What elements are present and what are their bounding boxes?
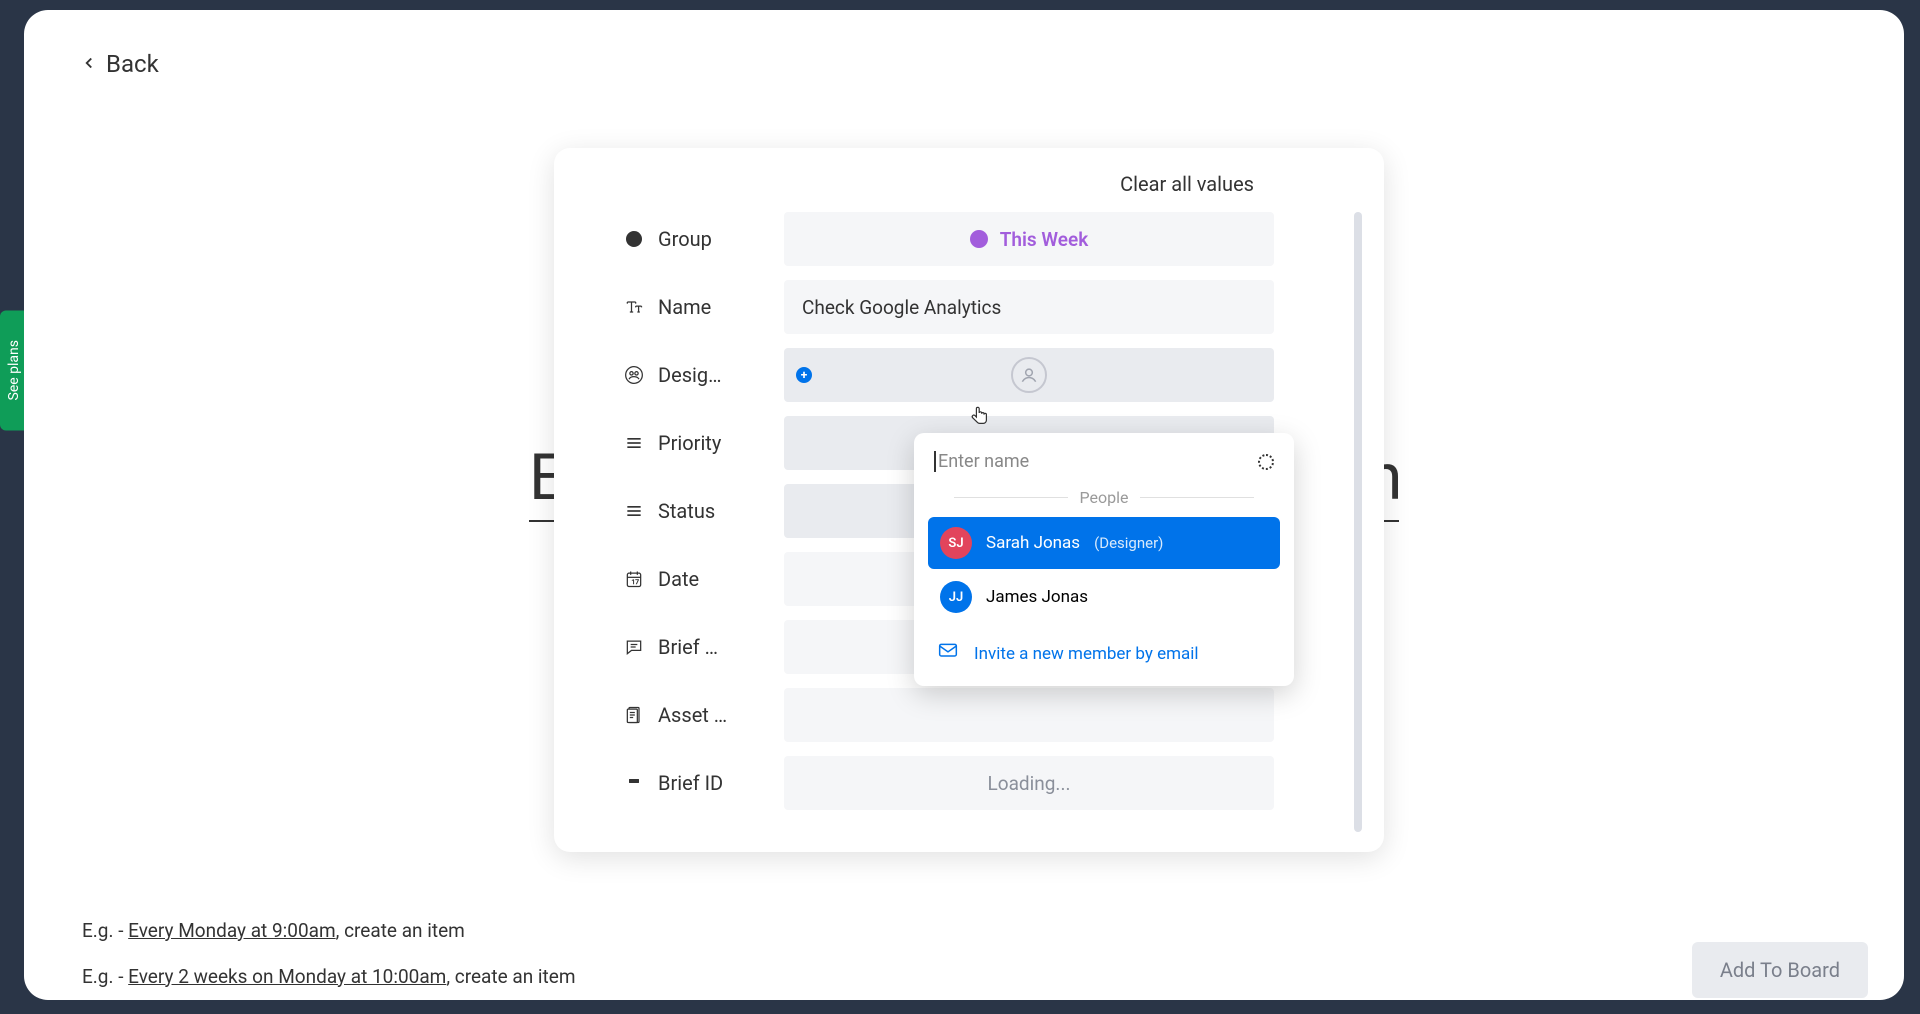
example-underlined[interactable]: Every Monday at 9:00am	[128, 919, 335, 942]
automation-modal: Back E n Clear all values Group This Wee…	[24, 10, 1904, 1000]
people-search-input[interactable]	[934, 451, 1258, 472]
add-person-icon[interactable]: +	[796, 367, 812, 383]
example-prefix: E.g. -	[82, 965, 128, 988]
people-dropdown: People SJ Sarah Jonas (Designer) JJ Jame…	[914, 433, 1294, 686]
person-placeholder-icon	[1011, 357, 1047, 393]
person-role: (Designer)	[1094, 534, 1163, 552]
people-section-label: People	[1080, 488, 1129, 507]
people-section-divider: People	[954, 488, 1254, 507]
group-value-text: This Week	[1000, 228, 1089, 251]
person-name: James Jonas	[986, 587, 1088, 607]
brief-id-value-text: Loading...	[988, 772, 1071, 795]
loading-spinner-icon	[1258, 454, 1274, 470]
group-value[interactable]: This Week	[784, 212, 1274, 266]
item-form-card: Clear all values Group This Week	[554, 148, 1384, 852]
field-label-text: Date	[658, 567, 699, 591]
status-icon	[624, 501, 644, 521]
avatar: JJ	[940, 581, 972, 613]
example-suffix: , create an item	[336, 919, 465, 942]
field-label-text: Desig…	[658, 363, 722, 387]
field-name: Name Check Google Analytics	[624, 280, 1274, 334]
clear-all-values-button[interactable]: Clear all values	[554, 172, 1384, 212]
asset-value[interactable]	[784, 688, 1274, 742]
automation-examples: E.g. - Every Monday at 9:00am, create an…	[82, 908, 576, 999]
text-icon	[624, 297, 644, 317]
field-designer: Desig… +	[624, 348, 1274, 402]
chevron-left-icon	[80, 50, 98, 78]
person-name: Sarah Jonas	[986, 533, 1080, 553]
field-label-text: Asset …	[658, 703, 727, 727]
brief-id-value[interactable]: Loading...	[784, 756, 1274, 810]
field-label-text: Brief …	[658, 635, 718, 659]
see-plans-label: See plans	[6, 340, 22, 400]
name-value[interactable]: Check Google Analytics	[784, 280, 1274, 334]
group-color-dot	[970, 230, 988, 248]
email-icon	[936, 641, 960, 666]
example-underlined[interactable]: Every 2 weeks on Monday at 10:00am	[128, 965, 446, 988]
field-label-text: Status	[658, 499, 715, 523]
example-suffix: , create an item	[446, 965, 575, 988]
field-label-text: Group	[658, 227, 712, 251]
add-to-board-button[interactable]: Add To Board	[1692, 942, 1868, 998]
svg-text:17: 17	[632, 578, 640, 586]
designer-value[interactable]: +	[784, 348, 1274, 402]
invite-label: Invite a new member by email	[974, 644, 1199, 664]
person-item-james-jonas[interactable]: JJ James Jonas	[928, 571, 1280, 623]
id-icon	[624, 773, 644, 793]
scrollbar[interactable]	[1354, 212, 1362, 842]
invite-member-button[interactable]: Invite a new member by email	[924, 625, 1284, 674]
scrollbar-thumb[interactable]	[1354, 212, 1362, 832]
example-prefix: E.g. -	[82, 919, 128, 942]
back-button[interactable]: Back	[80, 50, 159, 78]
field-asset: Asset …	[624, 688, 1274, 742]
person-item-sarah-jonas[interactable]: SJ Sarah Jonas (Designer)	[928, 517, 1280, 569]
example-line-1: E.g. - Every Monday at 9:00am, create an…	[82, 908, 576, 954]
field-brief-id: Brief ID Loading...	[624, 756, 1274, 810]
status-icon	[624, 433, 644, 453]
circle-icon	[624, 229, 644, 249]
chat-icon	[624, 637, 644, 657]
back-label: Back	[106, 50, 159, 78]
field-label-text: Name	[658, 295, 711, 319]
avatar: SJ	[940, 527, 972, 559]
name-value-text: Check Google Analytics	[802, 296, 1001, 319]
people-icon	[624, 365, 644, 385]
field-label-text: Brief ID	[658, 771, 723, 795]
field-label-text: Priority	[658, 431, 721, 455]
field-group: Group This Week	[624, 212, 1274, 266]
calendar-icon: 17	[624, 569, 644, 589]
example-line-2: E.g. - Every 2 weeks on Monday at 10:00a…	[82, 954, 576, 1000]
file-icon	[624, 705, 644, 725]
